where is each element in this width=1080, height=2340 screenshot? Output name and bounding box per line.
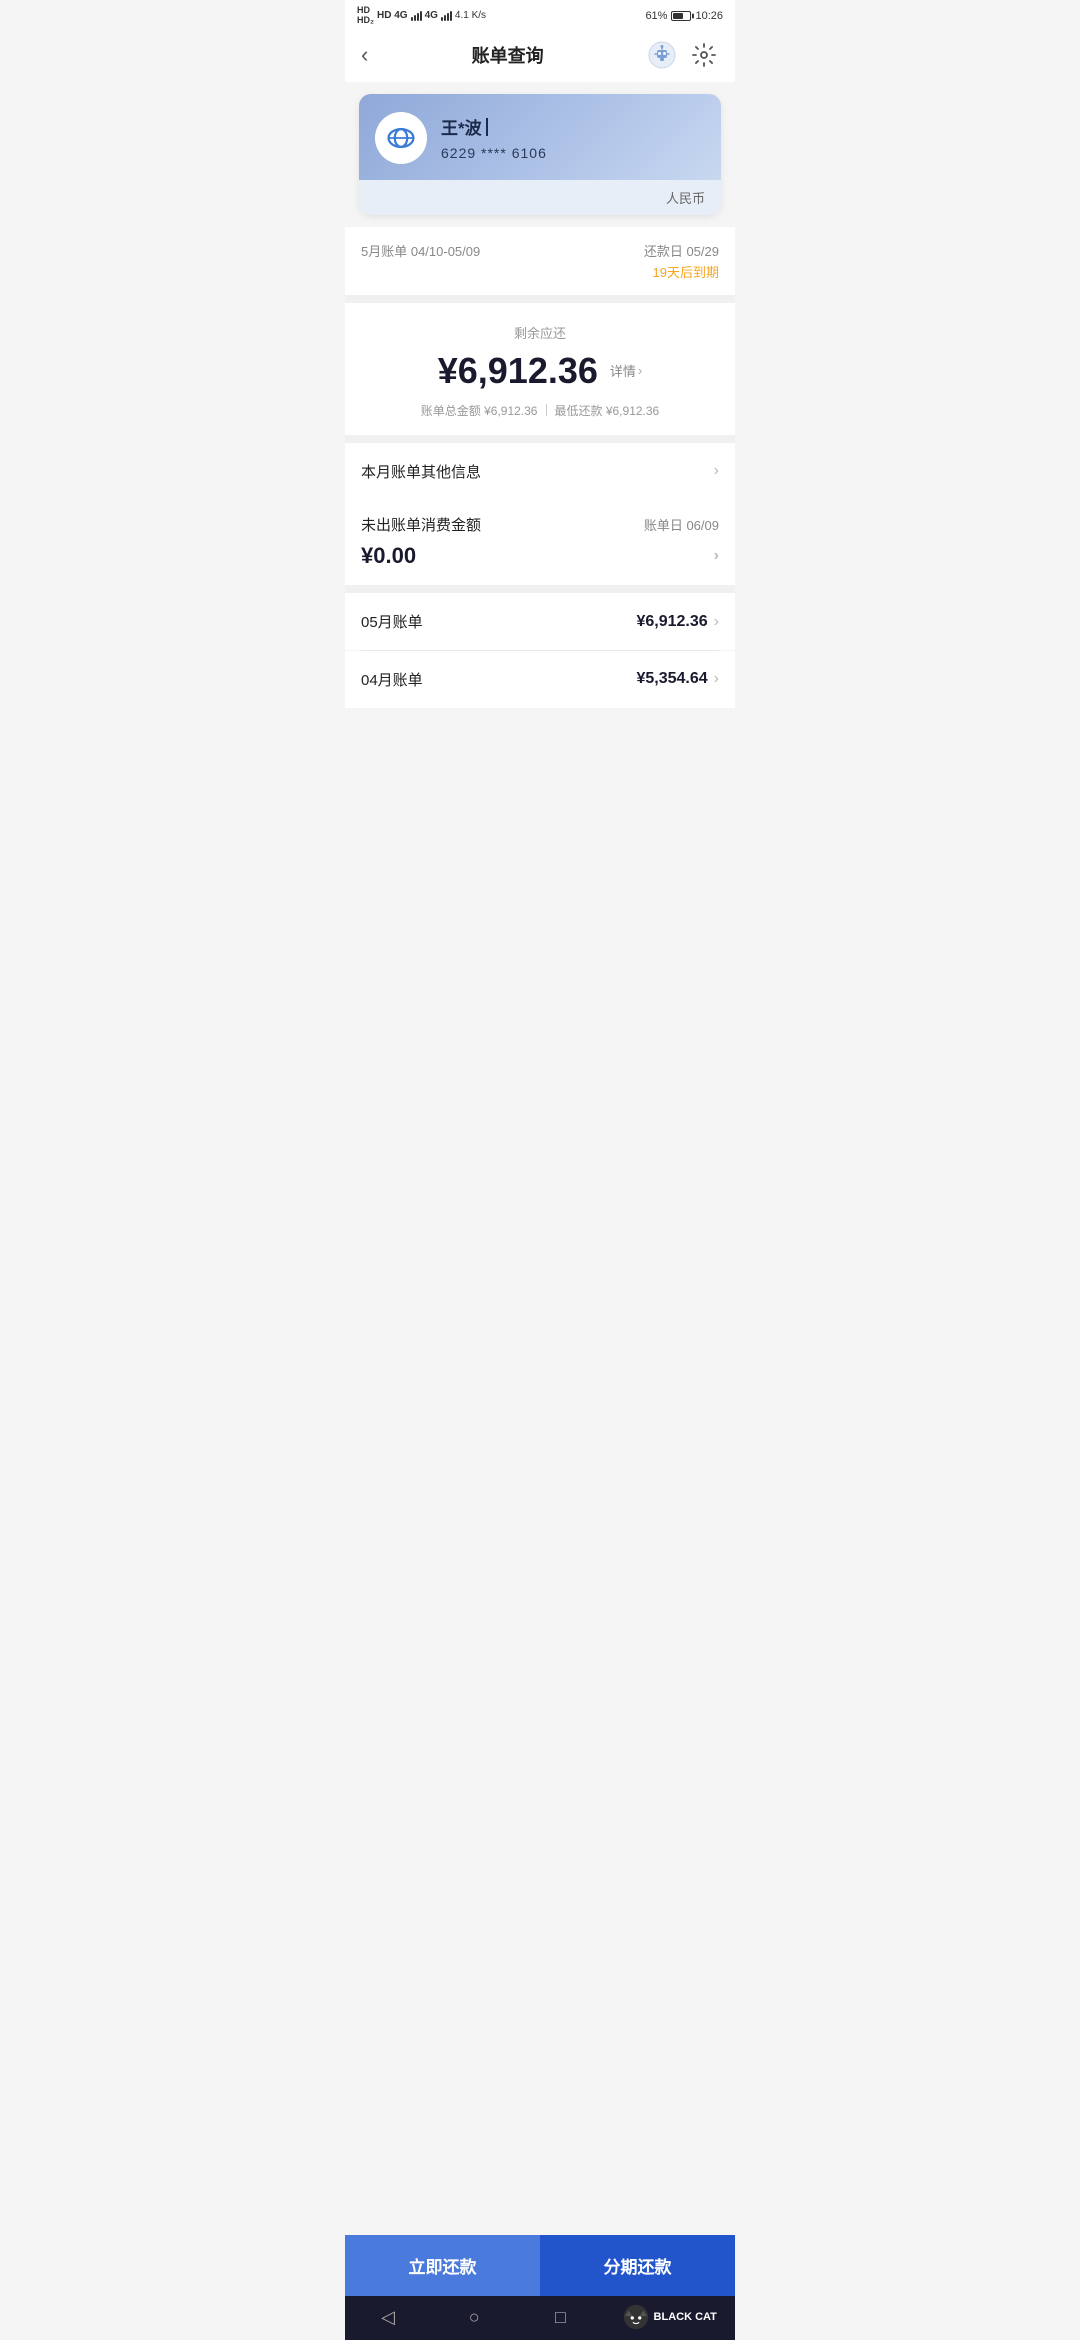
back-button[interactable]: ‹ <box>361 42 368 68</box>
uncleared-amount-value: ¥0.00 <box>361 543 416 569</box>
immediate-pay-button[interactable]: 立即还款 <box>345 2235 540 2296</box>
time-label: 10:26 <box>695 10 723 22</box>
status-right: 61% 10:26 <box>645 10 723 22</box>
card-top: 王*波 6229 **** 6106 <box>359 94 721 180</box>
sub-divider <box>546 404 547 416</box>
amount-section: 剩余应还 ¥6,912.36 详情 › 账单总金额 ¥6,912.36 最低还款… <box>345 303 735 435</box>
month-bill-right-05: ¥6,912.36 › <box>636 613 719 631</box>
detail-label: 详情 <box>610 361 636 380</box>
other-info-label: 本月账单其他信息 <box>361 461 481 482</box>
header: ‹ 账单查询 <box>345 30 735 82</box>
month-bill-right-04: ¥5,354.64 › <box>636 670 719 688</box>
divider-4 <box>345 585 735 593</box>
amount-value: ¥6,912.36 <box>438 350 598 392</box>
chevron-right-icon: › <box>714 670 719 688</box>
status-left: HD HD₂ HD 4G 4G 4.1 K/s <box>357 6 486 26</box>
month-bill-label-04: 04月账单 <box>361 669 423 690</box>
other-info-right: › <box>714 462 719 480</box>
month-bill-label-05: 05月账单 <box>361 611 423 632</box>
bill-period-label: 5月账单 04/10-05/09 <box>361 241 480 260</box>
nav-back-button[interactable]: ◁ <box>363 2307 413 2328</box>
uncleared-section: 未出账单消费金额 账单日 06/09 ¥0.00 › <box>345 500 735 585</box>
battery-icon <box>671 11 691 21</box>
uncleared-header: 未出账单消费金额 账单日 06/09 <box>361 514 719 535</box>
speed-label: 4.1 K/s <box>455 10 486 21</box>
cursor <box>486 118 488 136</box>
uncleared-date: 账单日 06/09 <box>644 515 719 534</box>
bill-due-days: 19天后到期 <box>644 262 719 281</box>
month-bill-05[interactable]: 05月账单 ¥6,912.36 › <box>345 593 735 650</box>
black-cat-logo: BLACK CAT <box>622 2303 717 2331</box>
card-logo <box>375 112 427 164</box>
divider-2 <box>345 435 735 443</box>
card-currency: 人民币 <box>359 180 721 215</box>
network-label: HD HD₂ <box>357 6 374 26</box>
card-info: 王*波 6229 **** 6106 <box>441 114 547 161</box>
month-bill-amount-04: ¥5,354.64 <box>636 670 707 688</box>
amount-row: ¥6,912.36 详情 › <box>361 350 719 392</box>
bill-period: 5月账单 04/10-05/09 还款日 05/29 19天后到期 <box>345 227 735 295</box>
card-section: 王*波 6229 **** 6106 人民币 <box>359 94 721 215</box>
bottom-buttons: 立即还款 分期还款 <box>345 2235 735 2296</box>
header-icons <box>647 40 719 70</box>
settings-button[interactable] <box>689 40 719 70</box>
chevron-right-icon: › <box>714 547 719 565</box>
chevron-right-icon: › <box>714 462 719 480</box>
signal-4g-2: 4G <box>425 10 438 21</box>
month-bill-04[interactable]: 04月账单 ¥5,354.64 › <box>345 651 735 708</box>
uncleared-amount-row[interactable]: ¥0.00 › <box>361 543 719 569</box>
battery-label: 61% <box>645 10 667 22</box>
nav-home-button[interactable]: ○ <box>449 2307 499 2328</box>
bill-due-label: 还款日 05/29 <box>644 241 719 260</box>
page-title: 账单查询 <box>368 42 647 68</box>
status-bar: HD HD₂ HD 4G 4G 4.1 K/s 61% <box>345 0 735 30</box>
chevron-right-icon: › <box>714 613 719 631</box>
amount-sub: 账单总金额 ¥6,912.36 最低还款 ¥6,912.36 <box>361 402 719 419</box>
nav-recent-button[interactable]: □ <box>535 2307 585 2328</box>
remaining-label: 剩余应还 <box>361 323 719 342</box>
avatar-button[interactable] <box>647 40 677 70</box>
bill-period-right: 还款日 05/29 19天后到期 <box>644 241 719 281</box>
card-number: 6229 **** 6106 <box>441 145 547 161</box>
card-user-name: 王*波 <box>441 114 547 139</box>
bottom-nav: ◁ ○ □ BLACK CAT <box>345 2296 735 2340</box>
installment-pay-button[interactable]: 分期还款 <box>540 2235 735 2296</box>
signal-4g: HD 4G <box>377 10 408 21</box>
min-pay-label: 最低还款 ¥6,912.36 <box>555 402 660 419</box>
month-bill-amount-05: ¥6,912.36 <box>636 613 707 631</box>
black-cat-text: BLACK CAT <box>654 2311 717 2323</box>
detail-button[interactable]: 详情 › <box>610 361 642 380</box>
other-info-item[interactable]: 本月账单其他信息 › <box>345 443 735 500</box>
cat-icon <box>622 2303 650 2331</box>
divider-1 <box>345 295 735 303</box>
chevron-right-icon: › <box>638 363 642 378</box>
total-label: 账单总金额 ¥6,912.36 <box>421 402 538 419</box>
uncleared-label: 未出账单消费金额 <box>361 514 481 535</box>
